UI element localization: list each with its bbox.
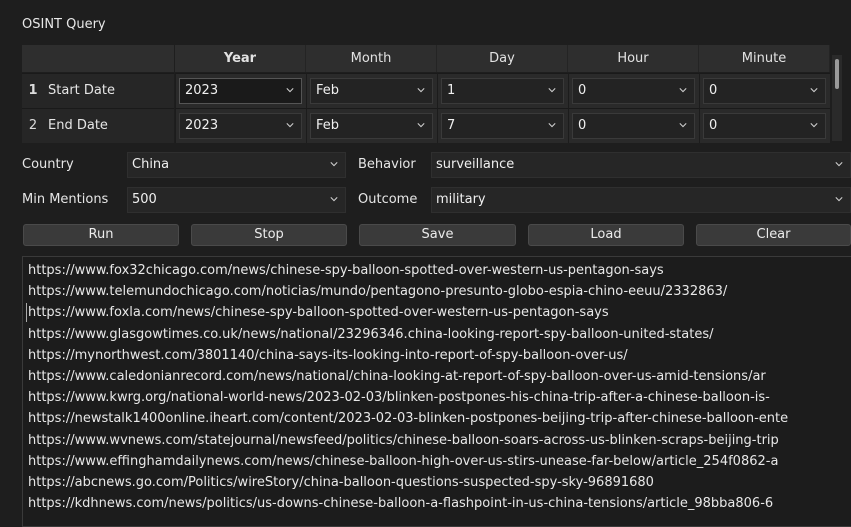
- dropdown-value: China: [132, 157, 170, 172]
- start-month-cell: Feb: [306, 73, 437, 108]
- end-hour-dropdown[interactable]: 0: [572, 113, 695, 139]
- dropdown-value: military: [436, 192, 486, 207]
- start-minute-dropdown[interactable]: 0: [703, 78, 826, 104]
- dropdown-value: 500: [132, 192, 157, 207]
- dropdown-value: 1: [447, 83, 456, 98]
- list-item[interactable]: https://abcnews.go.com/Politics/wireStor…: [28, 473, 654, 492]
- dropdown-value: surveillance: [436, 157, 515, 172]
- list-item[interactable]: https://kdhnews.com/news/politics/us-dow…: [28, 494, 773, 513]
- end-minute-dropdown[interactable]: 0: [703, 113, 826, 139]
- end-year-cell: 2023: [175, 108, 306, 143]
- row-label: Start Date: [48, 83, 115, 98]
- start-year-cell: 2023: [175, 73, 306, 108]
- results-list[interactable]: https://www.fox32chicago.com/news/chines…: [22, 256, 851, 527]
- list-item[interactable]: https://www.kwrg.org/national-world-news…: [28, 388, 770, 407]
- list-item[interactable]: https://newstalk1400online.iheart.com/co…: [28, 409, 788, 428]
- chevron-down-icon: [417, 88, 425, 93]
- chevron-down-icon: [679, 88, 687, 93]
- row-number: 2: [28, 118, 38, 133]
- list-item-current[interactable]: https://www.foxla.com/news/chinese-spy-b…: [26, 303, 609, 322]
- col-header-year[interactable]: Year: [175, 45, 306, 72]
- row-number: 1: [28, 83, 38, 98]
- chevron-down-icon: [330, 197, 338, 202]
- chevron-down-icon: [286, 88, 294, 93]
- list-item[interactable]: https://www.glasgowtimes.co.uk/news/nati…: [28, 325, 714, 344]
- dropdown-value: 7: [447, 118, 456, 133]
- load-button[interactable]: Load: [528, 224, 684, 246]
- list-item[interactable]: https://www.telemundochicago.com/noticia…: [28, 282, 727, 301]
- end-hour-cell: 0: [568, 108, 699, 143]
- outcome-label: Outcome: [358, 192, 418, 207]
- outcome-dropdown[interactable]: military: [431, 187, 851, 213]
- dropdown-value: 0: [578, 83, 587, 98]
- start-minute-cell: 0: [699, 73, 830, 108]
- list-item[interactable]: https://www.effinghamdailynews.com/news/…: [28, 452, 778, 471]
- chevron-down-icon: [835, 162, 843, 167]
- end-month-dropdown[interactable]: Feb: [310, 113, 433, 139]
- start-hour-cell: 0: [568, 73, 699, 108]
- dropdown-value: 0: [709, 118, 718, 133]
- window-title: OSINT Query: [22, 17, 106, 32]
- chevron-down-icon: [417, 123, 425, 128]
- chevron-down-icon: [810, 123, 818, 128]
- row-header-start-date[interactable]: 1 Start Date: [22, 73, 174, 108]
- chevron-down-icon: [679, 123, 687, 128]
- row-header-end-date[interactable]: 2 End Date: [22, 108, 174, 143]
- col-header-month[interactable]: Month: [306, 45, 437, 72]
- end-day-cell: 7: [437, 108, 568, 143]
- start-month-dropdown[interactable]: Feb: [310, 78, 433, 104]
- behavior-dropdown[interactable]: surveillance: [431, 152, 851, 178]
- clear-button[interactable]: Clear: [696, 224, 851, 246]
- min-mentions-dropdown[interactable]: 500: [127, 187, 346, 213]
- col-header-hour[interactable]: Hour: [568, 45, 699, 72]
- min-mentions-label: Min Mentions: [22, 192, 109, 207]
- chevron-down-icon: [286, 123, 294, 128]
- dropdown-value: 2023: [185, 83, 219, 98]
- col-header-day[interactable]: Day: [437, 45, 568, 72]
- list-item[interactable]: https://www.caledonianrecord.com/news/na…: [28, 367, 766, 386]
- chevron-down-icon: [548, 88, 556, 93]
- end-day-dropdown[interactable]: 7: [441, 113, 564, 139]
- dropdown-value: 0: [709, 83, 718, 98]
- list-item[interactable]: https://www.fox32chicago.com/news/chines…: [28, 261, 664, 280]
- start-hour-dropdown[interactable]: 0: [572, 78, 695, 104]
- start-day-dropdown[interactable]: 1: [441, 78, 564, 104]
- date-grid: Year Month Day Hour Minute 1 Start Date …: [22, 45, 842, 145]
- chevron-down-icon: [330, 162, 338, 167]
- end-minute-cell: 0: [699, 108, 830, 143]
- end-month-cell: Feb: [306, 108, 437, 143]
- country-label: Country: [22, 157, 74, 172]
- save-button[interactable]: Save: [359, 224, 516, 246]
- run-button[interactable]: Run: [23, 224, 179, 246]
- dropdown-value: Feb: [316, 118, 340, 133]
- col-header-minute[interactable]: Minute: [699, 45, 830, 72]
- grid-corner: [22, 45, 174, 72]
- list-item[interactable]: https://mynorthwest.com/3801140/china-sa…: [28, 346, 628, 365]
- dropdown-value: 2023: [185, 118, 219, 133]
- row-label: End Date: [48, 118, 108, 133]
- list-item[interactable]: https://www.wvnews.com/statejournal/news…: [28, 431, 779, 450]
- grid-scrollbar[interactable]: [832, 55, 842, 141]
- start-day-cell: 1: [437, 73, 568, 108]
- chevron-down-icon: [548, 123, 556, 128]
- chevron-down-icon: [810, 88, 818, 93]
- start-year-dropdown[interactable]: 2023: [179, 78, 302, 104]
- scrollbar-thumb[interactable]: [835, 59, 839, 89]
- stop-button[interactable]: Stop: [191, 224, 347, 246]
- dropdown-value: 0: [578, 118, 587, 133]
- country-dropdown[interactable]: China: [127, 152, 346, 178]
- chevron-down-icon: [835, 197, 843, 202]
- behavior-label: Behavior: [358, 157, 416, 172]
- dropdown-value: Feb: [316, 83, 340, 98]
- end-year-dropdown[interactable]: 2023: [179, 113, 302, 139]
